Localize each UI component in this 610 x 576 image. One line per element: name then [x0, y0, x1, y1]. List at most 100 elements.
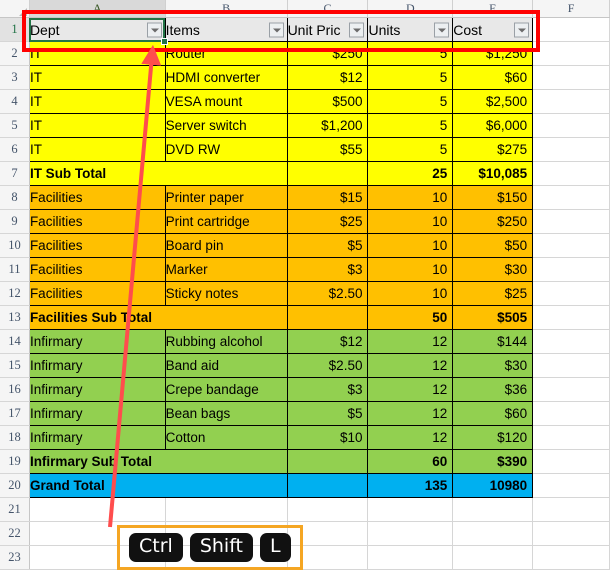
cell-d2[interactable]: 5 [367, 41, 454, 66]
cell-c5[interactable]: $1,200 [287, 113, 369, 138]
cell-e2[interactable]: $1,250 [452, 41, 534, 66]
row-header-14[interactable]: 14 [0, 329, 30, 354]
filter-dropdown-icon-unit-price[interactable] [349, 22, 365, 37]
cell-b17[interactable]: Bean bags [165, 401, 288, 426]
cell-f10[interactable] [532, 233, 610, 258]
cell-a14[interactable]: Infirmary [29, 329, 166, 354]
cell-d15[interactable]: 12 [367, 353, 454, 378]
cell-f18[interactable] [532, 425, 610, 450]
cell-d6[interactable]: 5 [367, 137, 454, 162]
cell-a12[interactable]: Facilities [29, 281, 166, 306]
cell-a8[interactable]: Facilities [29, 185, 166, 210]
cell-f16[interactable] [532, 377, 610, 402]
filter-dropdown-icon-dept[interactable] [146, 22, 162, 37]
row-header-7[interactable]: 7 [0, 161, 30, 186]
cell-d13[interactable]: 50 [367, 305, 454, 330]
row-header-6[interactable]: 6 [0, 137, 30, 162]
cell-d19[interactable]: 60 [367, 449, 454, 474]
column-header-f[interactable]: F [532, 0, 610, 18]
cell-b9[interactable]: Print cartridge [165, 209, 288, 234]
row-header-9[interactable]: 9 [0, 209, 30, 234]
cell-e10[interactable]: $50 [452, 233, 534, 258]
header-cell-cost[interactable]: Cost [452, 17, 534, 42]
cell-f14[interactable] [532, 329, 610, 354]
cell-c3[interactable]: $12 [287, 65, 369, 90]
cell-b15[interactable]: Band aid [165, 353, 288, 378]
cell-e21[interactable] [452, 497, 534, 522]
cell-a2[interactable]: IT [29, 41, 166, 66]
cell-a3[interactable]: IT [29, 65, 166, 90]
cell-f13[interactable] [532, 305, 610, 330]
cell-f20[interactable] [532, 473, 610, 498]
cell-d4[interactable]: 5 [367, 89, 454, 114]
cell-f15[interactable] [532, 353, 610, 378]
select-all-corner[interactable] [0, 0, 30, 18]
cell-d7[interactable]: 25 [367, 161, 454, 186]
cell-e13[interactable]: $505 [452, 305, 534, 330]
cell-a9[interactable]: Facilities [29, 209, 166, 234]
cell-e11[interactable]: $30 [452, 257, 534, 282]
cell-b3[interactable]: HDMI converter [165, 65, 288, 90]
cell-c12[interactable]: $2.50 [287, 281, 369, 306]
cell-subtotal-label[interactable]: Facilities Sub Total [29, 305, 288, 330]
cell-b12[interactable]: Sticky notes [165, 281, 288, 306]
column-header-c[interactable]: C [287, 0, 369, 18]
cell-e15[interactable]: $30 [452, 353, 534, 378]
cell-d16[interactable]: 12 [367, 377, 454, 402]
row-header-18[interactable]: 18 [0, 425, 30, 450]
cell-e23[interactable] [452, 545, 534, 570]
cell-c14[interactable]: $12 [287, 329, 369, 354]
cell-d21[interactable] [367, 497, 454, 522]
cell-d23[interactable] [367, 545, 454, 570]
cell-c2[interactable]: $250 [287, 41, 369, 66]
row-header-11[interactable]: 11 [0, 257, 30, 282]
header-cell-units[interactable]: Units [367, 17, 454, 42]
cell-d10[interactable]: 10 [367, 233, 454, 258]
row-header-5[interactable]: 5 [0, 113, 30, 138]
cell-a10[interactable]: Facilities [29, 233, 166, 258]
filter-dropdown-icon-cost[interactable] [514, 22, 530, 37]
cell-f12[interactable] [532, 281, 610, 306]
header-cell-dept[interactable]: Dept [29, 17, 166, 42]
row-header-19[interactable]: 19 [0, 449, 30, 474]
cell-c20[interactable] [287, 473, 369, 498]
cell-f4[interactable] [532, 89, 610, 114]
cell-a4[interactable]: IT [29, 89, 166, 114]
row-header-1[interactable]: 1 [0, 17, 30, 42]
cell-f3[interactable] [532, 65, 610, 90]
cell-c8[interactable]: $15 [287, 185, 369, 210]
cell-f17[interactable] [532, 401, 610, 426]
cell-c6[interactable]: $55 [287, 137, 369, 162]
cell-e6[interactable]: $275 [452, 137, 534, 162]
cell-b6[interactable]: DVD RW [165, 137, 288, 162]
row-header-23[interactable]: 23 [0, 545, 30, 570]
row-header-21[interactable]: 21 [0, 497, 30, 522]
cell-d3[interactable]: 5 [367, 65, 454, 90]
row-header-10[interactable]: 10 [0, 233, 30, 258]
row-header-12[interactable]: 12 [0, 281, 30, 306]
fill-handle[interactable] [161, 37, 169, 45]
cell-a6[interactable]: IT [29, 137, 166, 162]
cell-e8[interactable]: $150 [452, 185, 534, 210]
cell-d17[interactable]: 12 [367, 401, 454, 426]
cell-a11[interactable]: Facilities [29, 257, 166, 282]
cell-e20[interactable]: 10980 [452, 473, 534, 498]
cell-c15[interactable]: $2.50 [287, 353, 369, 378]
cell-f8[interactable] [532, 185, 610, 210]
cell-c7[interactable] [287, 161, 369, 186]
cell-e18[interactable]: $120 [452, 425, 534, 450]
row-header-2[interactable]: 2 [0, 41, 30, 66]
row-header-15[interactable]: 15 [0, 353, 30, 378]
cell-a18[interactable]: Infirmary [29, 425, 166, 450]
cell-d14[interactable]: 12 [367, 329, 454, 354]
cell-a21[interactable] [29, 497, 166, 522]
cell-e5[interactable]: $6,000 [452, 113, 534, 138]
cell-f9[interactable] [532, 209, 610, 234]
cell-b5[interactable]: Server switch [165, 113, 288, 138]
cell-f23[interactable] [532, 545, 610, 570]
cell-e9[interactable]: $250 [452, 209, 534, 234]
cell-d20[interactable]: 135 [367, 473, 454, 498]
cell-b21[interactable] [165, 497, 288, 522]
cell-e14[interactable]: $144 [452, 329, 534, 354]
cell-b8[interactable]: Printer paper [165, 185, 288, 210]
